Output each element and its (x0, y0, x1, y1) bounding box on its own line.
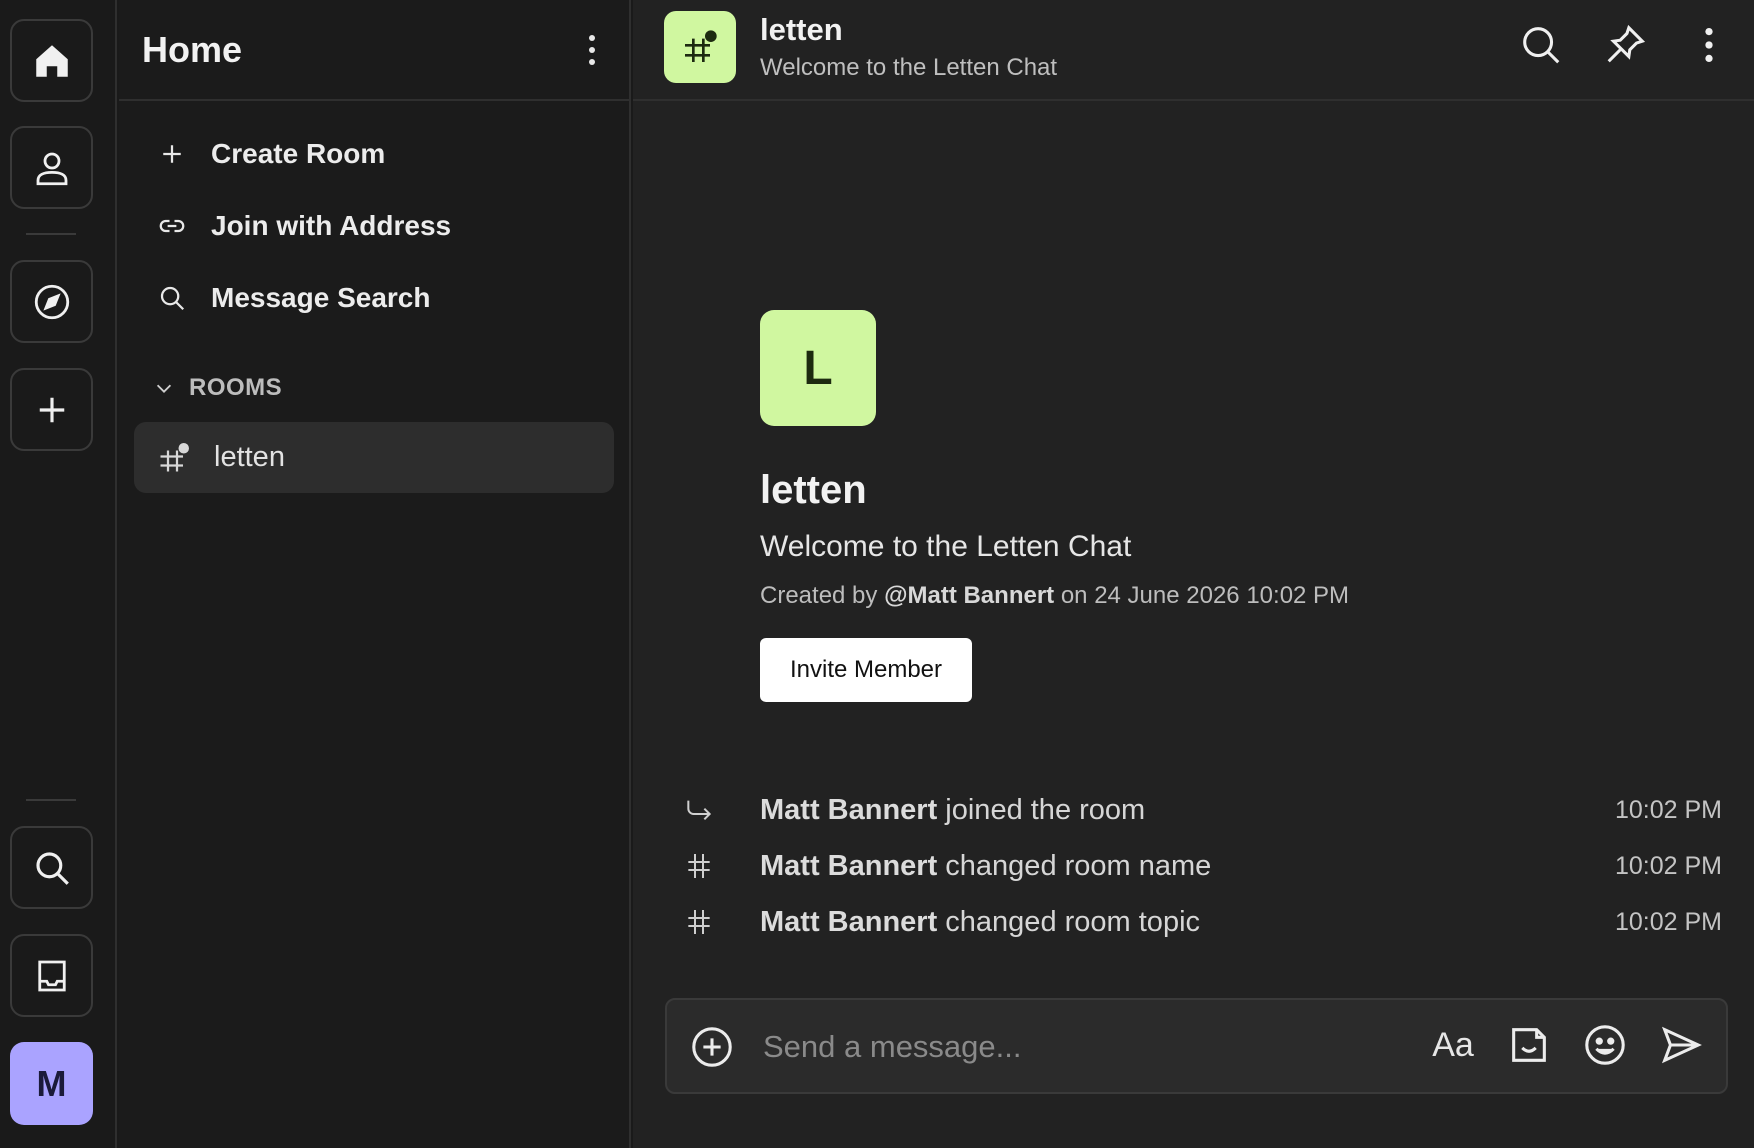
create-room-item[interactable]: Create Room (157, 138, 385, 170)
created-date: on 24 June 2026 10:02 PM (1060, 582, 1350, 609)
room-header-avatar[interactable] (664, 11, 736, 83)
user-avatar-letter: M (36, 1062, 67, 1104)
sidebar-menu-button[interactable] (579, 29, 605, 71)
creator-link[interactable]: @Matt Bannert (884, 582, 1054, 609)
direct-messages-button[interactable] (10, 126, 93, 209)
join-with-address-label: Join with Address (211, 210, 452, 241)
room-sidebar: Home Create Room Join with Address Messa… (119, 0, 631, 1148)
user-icon (36, 152, 67, 185)
pin-icon[interactable] (1602, 22, 1648, 68)
hash-public-icon (160, 442, 189, 471)
message-search-label: Message Search (211, 282, 431, 313)
room-header: letten Welcome to the Letten Chat (633, 0, 1754, 101)
room-intro-avatar-letter: L (803, 341, 833, 395)
compass-icon (34, 284, 69, 319)
create-space-button[interactable] (10, 368, 93, 451)
timeline-event: Matt Bannert changed room topic 10:02 PM (633, 902, 1754, 942)
message-composer: Aa (665, 998, 1728, 1094)
rail-divider (26, 799, 76, 801)
plus-icon (39, 397, 64, 422)
rooms-section-toggle[interactable]: ROOMS (153, 374, 282, 402)
invite-member-button[interactable]: Invite Member (760, 638, 972, 702)
rail-divider (26, 233, 76, 235)
room-item-letten[interactable]: letten (134, 422, 614, 493)
event-action: joined the room (945, 794, 1146, 826)
home-icon (35, 44, 68, 77)
message-input[interactable] (763, 1022, 1423, 1072)
rooms-section-label: ROOMS (189, 374, 283, 401)
emoji-icon[interactable] (1582, 1022, 1628, 1068)
room-intro-topic: Welcome to the Letten Chat (760, 530, 1132, 563)
sidebar-header: Home (119, 0, 629, 101)
event-action: changed room name (945, 850, 1212, 882)
room-header-topic: Welcome to the Letten Chat (760, 54, 1058, 81)
event-user[interactable]: Matt Bannert (760, 850, 937, 882)
event-user[interactable]: Matt Bannert (760, 794, 937, 826)
inbox-button[interactable] (10, 934, 93, 1017)
composer-actions: Aa (1430, 1022, 1704, 1068)
search-button[interactable] (10, 826, 93, 909)
kebab-dot (589, 46, 595, 53)
create-room-label: Create Room (211, 138, 386, 169)
more-vertical-icon[interactable] (1686, 22, 1732, 68)
event-time: 10:02 PM (1614, 908, 1722, 936)
join-arrow-icon (687, 800, 712, 821)
hash-public-icon (685, 30, 717, 62)
kebab-dot (589, 58, 595, 65)
search-icon[interactable] (1518, 22, 1564, 68)
home-button[interactable] (10, 19, 93, 102)
sidebar-title: Home (142, 28, 243, 70)
plus-icon (163, 145, 181, 163)
timeline-event-text: Matt Bannert changed room topic (760, 906, 1200, 939)
event-action: changed room topic (945, 906, 1201, 938)
join-with-address-item[interactable]: Join with Address (157, 210, 451, 242)
timeline-event-text: Matt Bannert changed room name (760, 850, 1211, 883)
timeline-event-text: Matt Bannert joined the room (760, 794, 1145, 827)
hash-icon (688, 854, 710, 878)
chevron-down-icon (156, 384, 172, 393)
link-icon (159, 219, 185, 233)
search-icon (35, 851, 69, 885)
search-icon (160, 286, 185, 311)
explore-button[interactable] (10, 260, 93, 343)
timeline-event: Matt Bannert joined the room 10:02 PM (633, 790, 1754, 830)
inbox-icon (37, 960, 66, 991)
event-time: 10:02 PM (1614, 796, 1722, 824)
space-rail: M (0, 0, 117, 1148)
timeline-event: Matt Bannert changed room name 10:02 PM (633, 846, 1754, 886)
room-intro-avatar: L (760, 310, 876, 426)
sticker-icon[interactable] (1506, 1022, 1552, 1068)
room-intro-title: letten (760, 468, 867, 512)
add-attachment-icon[interactable] (689, 1024, 735, 1070)
event-time: 10:02 PM (1614, 852, 1722, 880)
room-intro-meta: Created by @Matt Bannert on 24 June 2026… (760, 582, 1349, 610)
room-header-title[interactable]: letten (760, 12, 843, 48)
format-toggle-button[interactable]: Aa (1430, 1026, 1476, 1065)
user-avatar[interactable]: M (10, 1042, 93, 1125)
room-view: letten Welcome to the Letten Chat L lett… (633, 0, 1754, 1148)
hash-icon (688, 910, 710, 934)
room-header-actions (1518, 22, 1732, 68)
message-search-item[interactable]: Message Search (157, 282, 430, 314)
room-item-name: letten (214, 441, 285, 473)
send-icon[interactable] (1658, 1022, 1704, 1068)
event-user[interactable]: Matt Bannert (760, 906, 937, 938)
created-by-prefix: Created by (760, 582, 878, 609)
kebab-dot (589, 34, 595, 41)
